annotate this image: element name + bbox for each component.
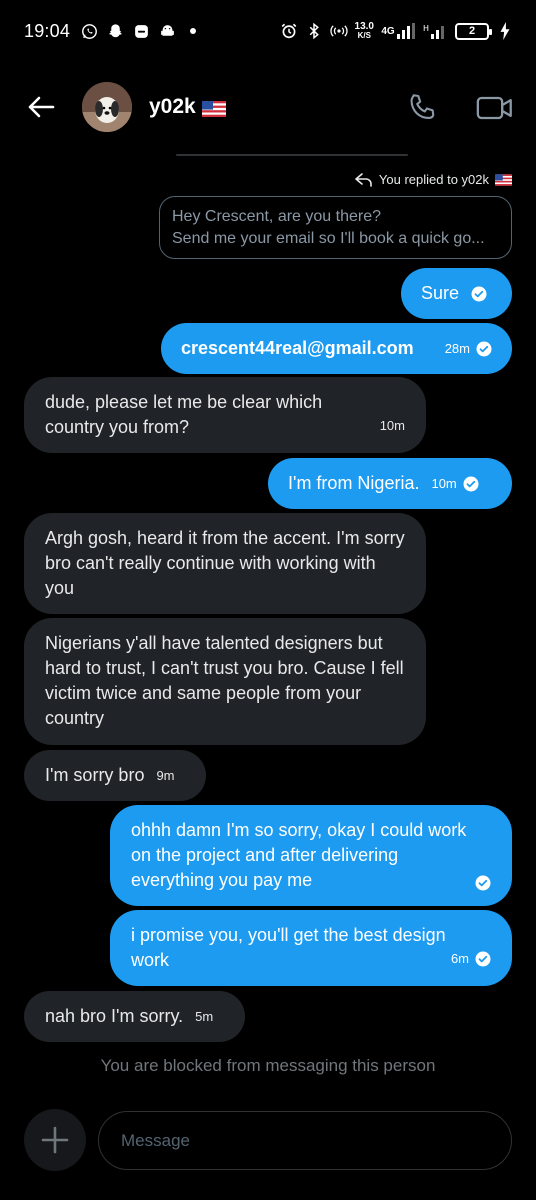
message-bubble-incoming[interactable]: Nigerians y'all have talented designers …	[24, 618, 426, 745]
message-bubble-outgoing[interactable]: ohhh damn I'm so sorry, okay I could wor…	[110, 805, 512, 906]
message-bubble-outgoing[interactable]: i promise you, you'll get the best desig…	[110, 910, 512, 986]
signal-icon-2: H	[422, 22, 448, 40]
dot-icon	[184, 22, 202, 40]
voice-call-button[interactable]	[404, 90, 440, 126]
quoted-message[interactable]: Hey Crescent, are you there? Send me you…	[159, 196, 512, 259]
hotspot-icon	[329, 22, 348, 40]
read-check-icon	[475, 951, 491, 966]
svg-text:H: H	[423, 24, 429, 33]
back-button[interactable]	[24, 92, 58, 122]
message-bubble-outgoing[interactable]: crescent44real@gmail.com 28m	[161, 323, 512, 374]
reply-arrow-icon	[355, 172, 372, 187]
reply-context-text: You replied to y02k	[378, 172, 489, 187]
message-bubble-incoming[interactable]: Argh gosh, heard it from the accent. I'm…	[24, 513, 426, 614]
battery-icon: 2	[455, 22, 492, 40]
plus-icon	[41, 1126, 69, 1154]
conversation-header: y02k	[0, 70, 536, 146]
message-bubble-incoming[interactable]: I'm sorry bro 9m	[24, 750, 206, 801]
quoted-line-1: Hey Crescent, are you there?	[172, 208, 381, 225]
message-meta: 10m	[431, 471, 479, 496]
status-bar: 19:04 13.0 K/S 4G H 2	[0, 0, 536, 62]
video-camera-icon	[476, 96, 512, 120]
status-time: 19:04	[24, 20, 71, 41]
phone-icon	[410, 94, 435, 119]
message-bubble-incoming[interactable]: dude, please let me be clear which count…	[24, 377, 426, 453]
message-bubble-outgoing[interactable]: Sure	[401, 268, 512, 319]
video-call-button[interactable]	[475, 90, 515, 126]
us-flag-icon	[495, 173, 512, 186]
message-time: 9m	[156, 768, 175, 783]
message-text: nah bro I'm sorry.	[45, 1006, 184, 1026]
read-check-icon	[471, 286, 487, 301]
reply-context-label: You replied to y02k	[355, 172, 512, 187]
net-speed-value: 13.0	[354, 21, 374, 32]
status-bar-right: 13.0 K/S 4G H 2	[280, 22, 514, 40]
message-text: i promise you, you'll get the best desig…	[131, 925, 446, 970]
previous-message-edge	[176, 154, 408, 156]
add-media-button[interactable]	[24, 1109, 86, 1171]
read-check-icon	[476, 341, 492, 356]
message-text: I'm from Nigeria.	[288, 473, 420, 493]
status-bar-left: 19:04	[24, 21, 202, 42]
us-flag-icon	[201, 99, 226, 117]
net-speed-unit: K/S	[357, 31, 371, 40]
message-text: crescent44real@gmail.com	[181, 338, 414, 358]
read-check-icon	[475, 875, 491, 891]
message-meta: 28m	[445, 336, 492, 361]
net-speed: 13.0 K/S	[354, 21, 374, 41]
android-icon	[158, 22, 176, 40]
alarm-icon	[280, 22, 298, 40]
message-time: 5m	[195, 1009, 214, 1024]
battery-level: 2	[468, 25, 476, 37]
message-time: 28m	[444, 341, 470, 356]
message-composer[interactable]	[98, 1111, 512, 1170]
message-text: dude, please let me be clear which count…	[45, 392, 323, 437]
read-check-icon	[463, 476, 479, 491]
message-text: ohhh damn I'm so sorry, okay I could wor…	[131, 820, 467, 890]
message-time: 10m	[431, 476, 457, 491]
message-time: 6m	[450, 951, 469, 966]
message-text: Sure	[421, 283, 460, 303]
snapchat-icon	[106, 22, 124, 40]
message-input[interactable]	[121, 1130, 489, 1151]
dm-conversation-screen: 19:04 13.0 K/S 4G H 2 y02k You replied t…	[0, 0, 536, 1200]
message-bubble-outgoing[interactable]: I'm from Nigeria. 10m	[268, 458, 512, 509]
message-text: Argh gosh, heard it from the accent. I'm…	[45, 528, 405, 598]
message-time: 10m	[379, 418, 405, 433]
bluetooth-icon	[305, 22, 323, 40]
contact-name-text: y02k	[149, 95, 196, 118]
avatar[interactable]	[82, 82, 132, 132]
message-text: I'm sorry bro	[45, 765, 145, 785]
whatsapp-icon	[80, 22, 98, 40]
avatar-image	[82, 82, 132, 132]
message-bubble-incoming[interactable]: nah bro I'm sorry. 5m	[24, 991, 245, 1042]
quoted-line-2: Send me your email so I'll book a quick …	[172, 230, 485, 247]
signal-icon: 4G	[381, 22, 415, 40]
back-arrow-icon	[28, 96, 55, 118]
blocked-notice: You are blocked from messaging this pers…	[100, 1056, 436, 1075]
message-meta: 6m	[451, 946, 491, 971]
charging-icon	[496, 22, 514, 40]
message-icon	[132, 22, 150, 40]
message-text: Nigerians y'all have talented designers …	[45, 633, 404, 728]
network-type: 4G	[381, 25, 395, 37]
contact-name[interactable]: y02k	[149, 95, 226, 119]
